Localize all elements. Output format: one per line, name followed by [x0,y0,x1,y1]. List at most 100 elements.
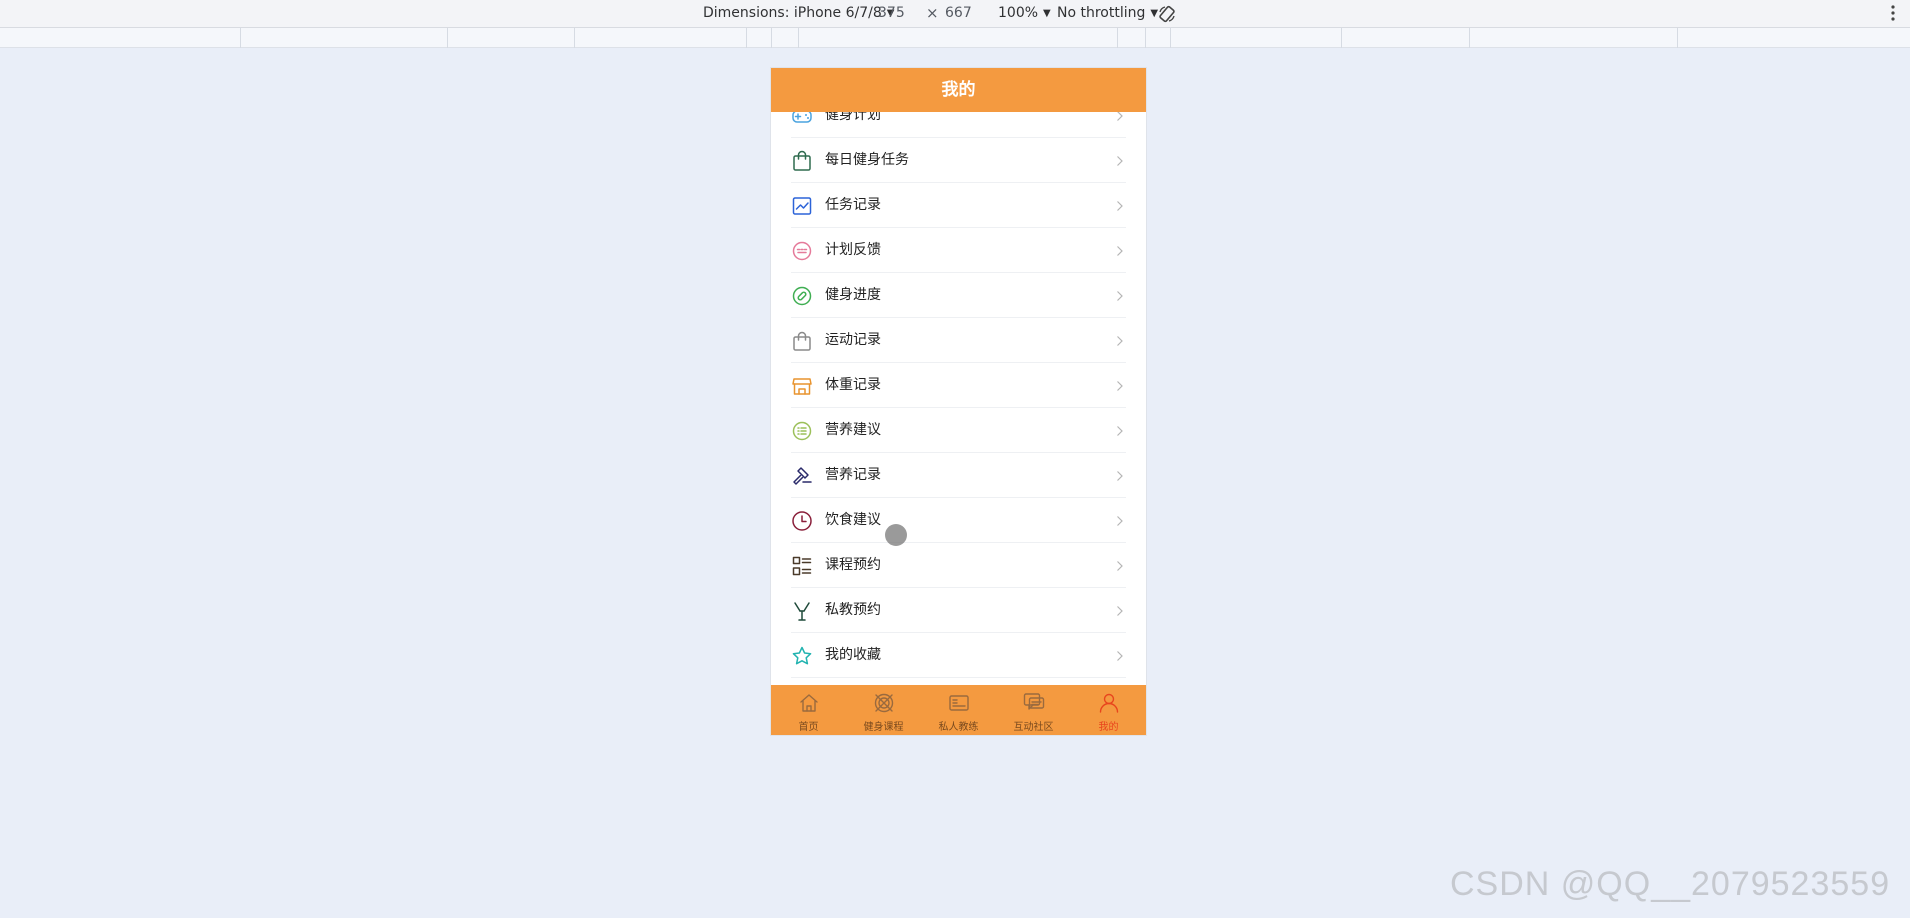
menu-item-label: 任务记录 [825,197,881,213]
dimension-separator: × [926,4,939,22]
tab-label: 首页 [798,722,819,733]
ruler-tick [1145,28,1146,48]
menu-item[interactable]: 课程预约 [771,543,1146,588]
line-chart-icon [791,195,813,217]
ruler-tick [798,28,799,48]
chevron-down-icon: ▼ [1043,8,1051,19]
fork-icon [791,600,813,622]
device-height-input[interactable]: 667 [945,5,972,21]
chat-icon [1022,691,1046,715]
tab-item[interactable]: 互动社区 [996,685,1071,735]
tab-label: 互动社区 [1013,722,1054,733]
star-icon [791,645,813,667]
tab-label: 健身课程 [863,722,904,733]
bottom-tab-bar: 首页 健身课程 私人教练 互动社区 我的 [771,685,1146,735]
menu-item[interactable]: 计划反馈 [771,228,1146,273]
shopping-bag-icon [791,150,813,172]
grid-icon [872,691,896,715]
menu-scroll-content: 健身计划每日健身任务 任务记录计划反馈健身进度运动记录体重记录营养建议营养记录饮食… [771,112,1146,678]
menu-item-label: 私教预约 [825,602,881,618]
list-circle-icon [791,420,813,442]
list-grid-icon [791,555,813,577]
chevron-right-icon [1116,112,1124,122]
bag-icon [791,330,813,352]
tab-label: 我的 [1098,722,1119,733]
clock-icon [791,510,813,532]
menu-item-label: 计划反馈 [825,242,881,258]
home-icon [797,691,821,715]
menu-item-label: 每日健身任务 [825,152,909,168]
chevron-right-icon [1116,605,1124,617]
keyboard-icon [791,240,813,262]
chevron-right-icon [1116,560,1124,572]
menu-item[interactable]: 每日健身任务 [771,138,1146,183]
menu-item[interactable]: 饮食建议 [771,498,1146,543]
ruler-tick [1341,28,1342,48]
menu-item[interactable]: 健身计划 [771,112,1146,138]
chevron-right-icon [1116,650,1124,662]
more-options-icon[interactable] [1890,3,1896,23]
menu-item[interactable]: 运动记录 [771,318,1146,363]
gamepad-icon [791,112,813,127]
device-dimensions-label: Dimensions: iPhone 6/7/8 [703,5,882,21]
chevron-right-icon [1116,155,1124,167]
shop-icon [791,375,813,397]
tab-item[interactable]: 健身课程 [846,685,921,735]
menu-item[interactable]: 营养记录 [771,453,1146,498]
zoom-select[interactable]: 100% ▼ [998,5,1051,21]
watermark: CSDN @QQ__2079523559 [1450,865,1891,903]
page-title: 我的 [771,68,1146,112]
menu-item-label: 健身进度 [825,287,881,303]
rotate-icon[interactable] [1157,4,1177,24]
bandage-icon [791,285,813,307]
profile-menu-list[interactable]: 健身计划每日健身任务 任务记录计划反馈健身进度运动记录体重记录营养建议营养记录饮食… [771,112,1146,690]
throttling-label: No throttling [1057,5,1146,21]
menu-item-label: 我的收藏 [825,647,881,663]
card-icon [947,691,971,715]
chevron-right-icon [1116,515,1124,527]
menu-item[interactable]: 健身进度 [771,273,1146,318]
ruler-tick [1677,28,1678,48]
media-query-ruler [0,28,1910,48]
tab-item[interactable]: 首页 [771,685,846,735]
ruler-tick [1117,28,1118,48]
chevron-right-icon [1116,200,1124,212]
menu-item[interactable]: 任务记录 [771,183,1146,228]
menu-item-label: 饮食建议 [825,512,881,528]
tab-item[interactable]: 私人教练 [921,685,996,735]
chevron-right-icon [1116,245,1124,257]
chevron-right-icon [1116,470,1124,482]
device-dimensions-select[interactable]: Dimensions: iPhone 6/7/8 ▼ [703,5,894,21]
ruler-tick [746,28,747,48]
tab-item[interactable]: 我的 [1071,685,1146,735]
zoom-label: 100% [998,5,1039,21]
device-viewport: 我的 健身计划每日健身任务 任务记录计划反馈健身进度运动记录体重记录营养建议营养记… [771,68,1146,735]
throttling-select[interactable]: No throttling ▼ [1057,5,1158,21]
chevron-right-icon [1116,335,1124,347]
menu-item[interactable]: 我的收藏 [771,633,1146,678]
ruler-tick [1170,28,1171,48]
menu-item-label: 运动记录 [825,332,881,348]
menu-item[interactable]: 体重记录 [771,363,1146,408]
devtools-device-toolbar: Dimensions: iPhone 6/7/8 ▼ 375 × 667 100%… [0,0,1910,28]
ruler-tick [574,28,575,48]
user-icon [1097,691,1121,715]
device-width-input[interactable]: 375 [878,5,905,21]
menu-item[interactable]: 私教预约 [771,588,1146,633]
chevron-right-icon [1116,290,1124,302]
tab-label: 私人教练 [938,722,979,733]
ruler-tick [447,28,448,48]
ruler-tick [1469,28,1470,48]
menu-item[interactable]: 营养建议 [771,408,1146,453]
chevron-right-icon [1116,380,1124,392]
touch-cursor-indicator [885,524,907,546]
menu-item-label: 营养建议 [825,422,881,438]
hammer-icon [791,465,813,487]
menu-item-label: 健身计划 [825,112,881,123]
chevron-right-icon [1116,425,1124,437]
ruler-tick [771,28,772,48]
menu-item-label: 营养记录 [825,467,881,483]
menu-item-label: 课程预约 [825,557,881,573]
menu-item-label: 体重记录 [825,377,881,393]
ruler-tick [240,28,241,48]
